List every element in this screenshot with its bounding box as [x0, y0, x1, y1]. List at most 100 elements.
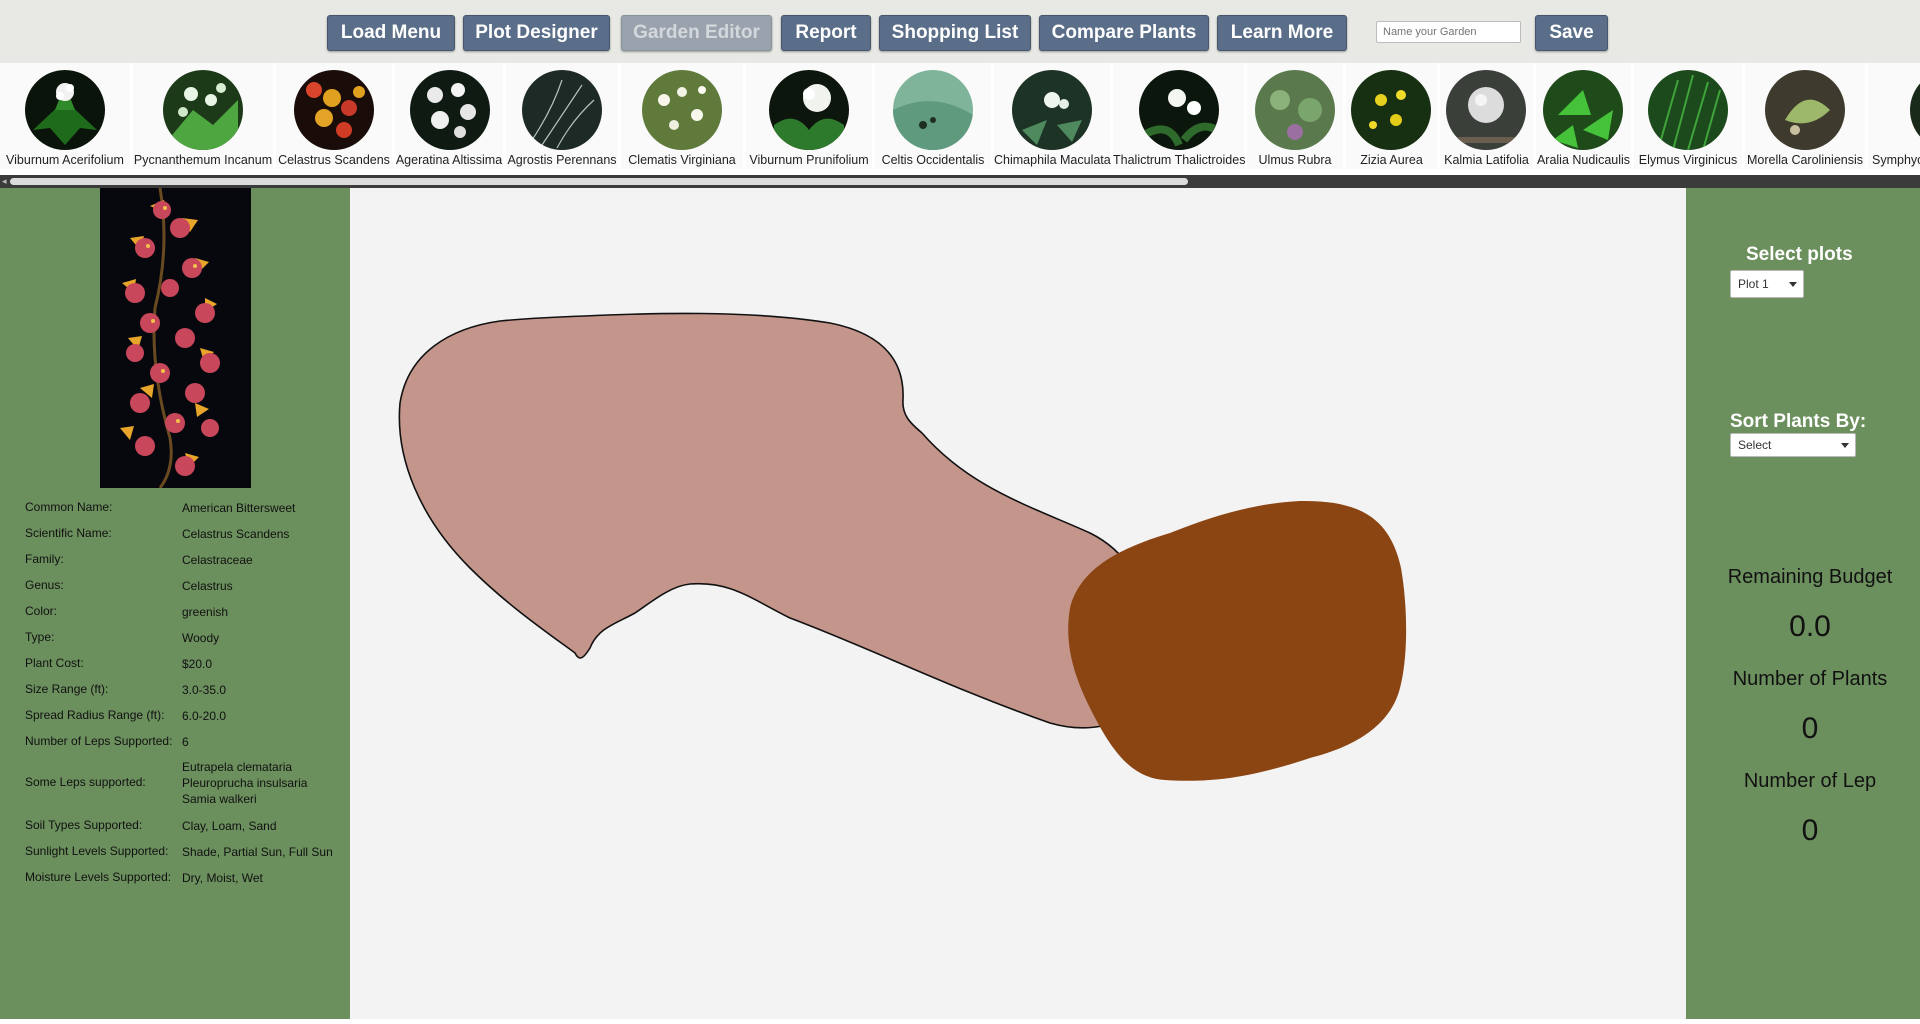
plant-card[interactable]: Symphyo [1868, 63, 1920, 169]
info-label: Moisture Levels Supported: [25, 870, 172, 884]
plant-card[interactable]: Elymus Virginicus [1634, 63, 1742, 169]
plant-photo-icon [1543, 70, 1623, 150]
plant-card[interactable]: Ulmus Rubra [1247, 63, 1343, 169]
info-value: 6 [182, 735, 189, 749]
shopping-list-button[interactable]: Shopping List [879, 15, 1031, 51]
plant-name: Viburnum Prunifolium [749, 153, 869, 167]
plot-select-dropdown[interactable]: Plot 1 [1730, 270, 1804, 298]
plant-photo-icon [294, 70, 374, 150]
plant-card[interactable]: Agrostis Perennans [506, 63, 618, 169]
info-value: Celastrus [182, 579, 233, 593]
scroll-left-icon[interactable]: ◂ [2, 177, 10, 186]
save-button[interactable]: Save [1535, 15, 1608, 51]
remaining-budget-value: 0.0 [1789, 610, 1831, 643]
plant-card[interactable]: Celtis Occidentalis [875, 63, 991, 169]
plant-name: Chimaphila Maculata [994, 153, 1111, 167]
plant-name: Celtis Occidentalis [881, 153, 985, 167]
garden-plot-2[interactable] [1068, 500, 1407, 781]
plot-select-value: Plot 1 [1738, 277, 1769, 291]
garden-name-input[interactable] [1376, 21, 1521, 43]
horizontal-scrollbar[interactable]: ◂ [0, 175, 1920, 188]
plant-photo-icon [1910, 70, 1920, 150]
plant-info-panel: Common Name: American Bittersweet Scient… [0, 188, 350, 1019]
garden-stats-panel: Select plots Plot 1 Sort Plants By: Sele… [1686, 188, 1920, 1019]
plant-card[interactable]: Pycnanthemum Incanum [133, 63, 273, 169]
number-of-lep-label: Number of Lep [1743, 770, 1877, 792]
sort-select-dropdown[interactable]: Select [1730, 433, 1856, 457]
info-value: Eutrapela clemataria Pleuroprucha insuls… [182, 760, 308, 806]
load-menu-button[interactable]: Load Menu [327, 15, 455, 51]
select-plots-label: Select plots [1746, 244, 1853, 265]
plant-card[interactable]: Viburnum Acerifolium [0, 63, 130, 169]
plant-name: Pycnanthemum Incanum [133, 153, 273, 167]
plant-photo-icon [1012, 70, 1092, 150]
plant-card[interactable]: Aralia Nudicaulis [1536, 63, 1631, 169]
plant-card[interactable]: Thalictrum Thalictroides [1113, 63, 1245, 169]
plant-photo-icon [1351, 70, 1431, 150]
plant-name: Aralia Nudicaulis [1536, 153, 1631, 167]
info-label: Genus: [25, 578, 64, 592]
info-label: Soil Types Supported: [25, 818, 143, 832]
plant-card[interactable]: Morella Caroliniensis [1745, 63, 1865, 169]
chevron-down-icon [1841, 443, 1849, 448]
plant-name: Ageratina Altissima [395, 153, 503, 167]
garden-plot-1[interactable] [398, 312, 1159, 729]
plant-photo-icon [1255, 70, 1335, 150]
info-value: Woody [182, 631, 220, 645]
plant-name: Kalmia Latifolia [1444, 153, 1529, 167]
info-value: greenish [182, 605, 229, 619]
info-value: Celastrus Scandens [182, 527, 290, 541]
plant-photo-icon [893, 70, 973, 150]
plant-card[interactable]: Chimaphila Maculata [994, 63, 1111, 169]
number-of-lep-value: 0 [1801, 814, 1819, 847]
plant-card[interactable]: Celastrus Scandens [276, 63, 392, 169]
info-label: Number of Leps Supported: [25, 734, 173, 748]
info-label: Type: [25, 630, 55, 644]
info-value: 3.0-35.0 [182, 683, 227, 697]
plant-card[interactable]: Ageratina Altissima [395, 63, 503, 169]
plant-photo-icon [410, 70, 490, 150]
plant-card[interactable]: Clematis Virginiana [621, 63, 743, 169]
info-label: Family: [25, 552, 64, 566]
number-of-plants-value: 0 [1801, 712, 1819, 745]
plant-card[interactable]: Zizia Aurea [1346, 63, 1437, 169]
sort-select-value: Select [1738, 438, 1772, 452]
learn-more-button[interactable]: Learn More [1217, 15, 1347, 51]
remaining-budget-label: Remaining Budget [1727, 566, 1893, 588]
plant-photo-icon [1648, 70, 1728, 150]
info-label: Some Leps supported: [25, 775, 146, 789]
info-label: Plant Cost: [25, 656, 84, 670]
plant-name: Symphyo [1872, 153, 1920, 167]
plant-photo-icon [522, 70, 602, 150]
plant-photo-icon [163, 70, 243, 150]
plant-name: Clematis Virginiana [628, 153, 736, 167]
info-label: Size Range (ft): [25, 682, 109, 696]
info-label: Sunlight Levels Supported: [25, 844, 169, 858]
plant-card[interactable]: Viburnum Prunifolium [746, 63, 872, 169]
garden-canvas[interactable] [350, 188, 1686, 1019]
report-button[interactable]: Report [781, 15, 871, 51]
info-label: Color: [25, 604, 58, 618]
info-value: Clay, Loam, Sand [182, 819, 277, 833]
plot-designer-button[interactable]: Plot Designer [463, 15, 610, 51]
garden-editor-button[interactable]: Garden Editor [621, 15, 772, 51]
plant-name: Ulmus Rubra [1258, 153, 1332, 167]
info-label: Scientific Name: [25, 526, 112, 540]
compare-plants-button[interactable]: Compare Plants [1039, 15, 1209, 51]
chevron-down-icon [1789, 282, 1797, 287]
top-toolbar: Load Menu Plot Designer Garden Editor Re… [0, 0, 1920, 64]
plant-photo-icon [1446, 70, 1526, 150]
plant-carousel[interactable]: Viburnum Acerifolium Pycnanthemum Incanu… [0, 63, 1920, 175]
info-value: American Bittersweet [182, 501, 296, 515]
info-value: $20.0 [182, 657, 213, 671]
plant-card[interactable]: Kalmia Latifolia [1440, 63, 1533, 169]
plant-name: Morella Caroliniensis [1746, 153, 1863, 167]
plant-photo-icon [1765, 70, 1845, 150]
number-of-plants-label: Number of Plants [1732, 668, 1888, 690]
info-label: Common Name: [25, 500, 113, 514]
scrollbar-thumb[interactable] [10, 178, 1188, 185]
plant-photo-icon [642, 70, 722, 150]
plant-name: Celastrus Scandens [278, 153, 390, 167]
plant-name: Viburnum Acerifolium [6, 153, 124, 167]
plant-name: Agrostis Perennans [507, 153, 617, 167]
